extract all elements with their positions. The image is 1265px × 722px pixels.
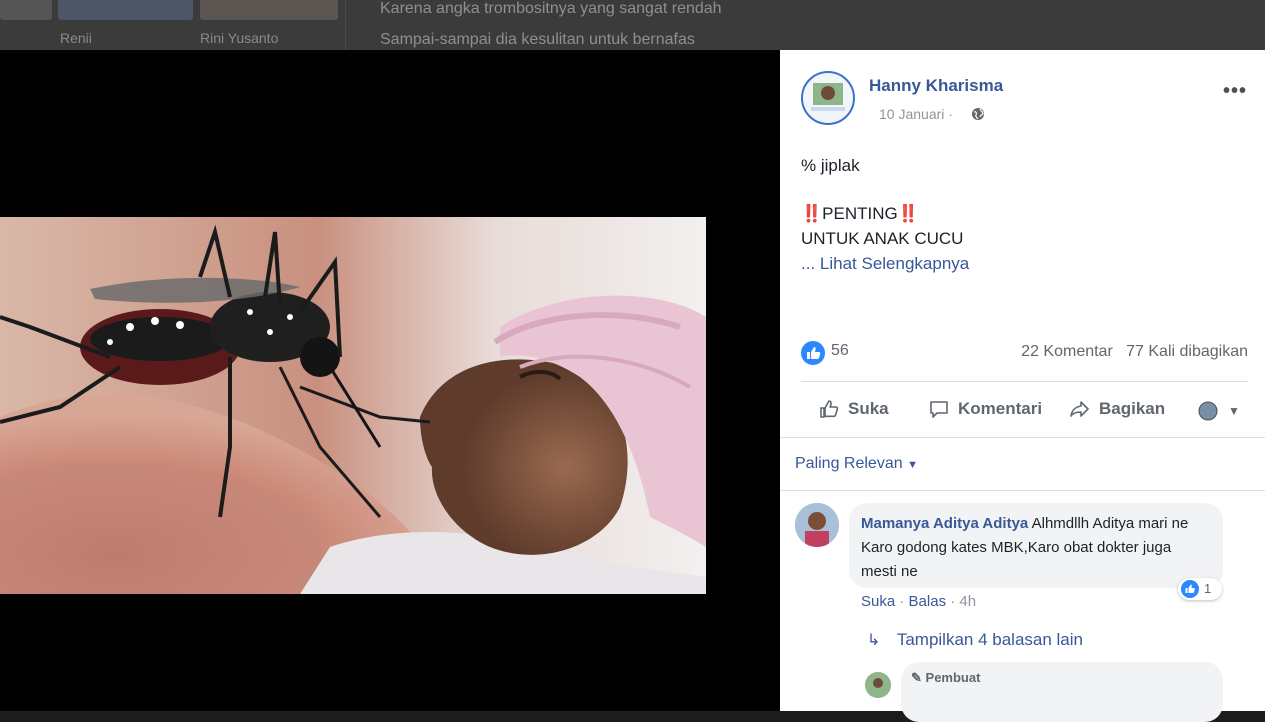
post-stats: 22 Komentar 77 Kali dibagikan: [1021, 343, 1248, 361]
see-more-link[interactable]: ... Lihat Selengkapnya: [801, 254, 969, 274]
comment-author[interactable]: Mamanya Aditya Aditya: [861, 515, 1028, 532]
globe-icon[interactable]: [971, 107, 985, 121]
post-text-line: ‼️PENTING‼️: [801, 204, 919, 223]
share-button[interactable]: Bagikan: [1068, 397, 1165, 421]
meta-separator: ·: [948, 106, 953, 122]
friend-name: Renii: [60, 30, 92, 46]
divider: [780, 490, 1265, 491]
show-replies-link[interactable]: ↳ Tampilkan 4 balasan lain: [867, 630, 1083, 650]
post-panel: Hanny Kharisma 10 Januari · ••• % jiplak…: [780, 50, 1265, 722]
friend-name: Rini Yusanto: [200, 30, 279, 46]
commenter-avatar[interactable]: [795, 503, 839, 547]
show-replies-label: Tampilkan 4 balasan lain: [896, 630, 1083, 649]
author-badge: ✎ Pembuat: [911, 670, 980, 686]
reply-arrow-icon: ↳: [867, 632, 881, 649]
dot-separator: ·: [950, 593, 956, 610]
share-label: Bagikan: [1099, 399, 1166, 418]
comment-content: Mamanya Aditya Aditya Alhmdllh Aditya ma…: [861, 512, 1211, 584]
share-icon: [1070, 401, 1089, 417]
mosquito-and-child-image: [0, 217, 706, 594]
photo-viewer[interactable]: [0, 50, 780, 711]
comment-like-count: 1: [1204, 581, 1212, 596]
comment-label: Komentari: [958, 399, 1043, 418]
post-meta: 10 Januari ·: [879, 106, 953, 122]
friend-thumb: [58, 0, 193, 20]
comment-reply-link[interactable]: Balas: [909, 593, 947, 610]
sort-label: Paling Relevan: [795, 455, 903, 472]
dot-separator: ·: [899, 593, 905, 610]
thumbs-up-icon: [820, 400, 839, 418]
comment-time[interactable]: 4h: [959, 593, 976, 610]
divider: [801, 381, 1248, 382]
comment-bubble: Mamanya Aditya Aditya Alhmdllh Aditya ma…: [849, 503, 1223, 588]
audience-selector[interactable]: ▼: [1197, 399, 1240, 423]
like-label: Suka: [848, 399, 889, 418]
like-reaction-icon: [1181, 580, 1199, 598]
post-text-line: UNTUK ANAK CUCU: [801, 229, 964, 248]
shares-count[interactable]: 77 Kali dibagikan: [1126, 343, 1248, 360]
pencil-icon: ✎: [911, 670, 922, 685]
background-post-line: Sampai-sampai dia kesulitan untuk bernaf…: [380, 31, 695, 48]
profile-globe-icon: [1198, 401, 1218, 421]
comment-like-badge[interactable]: 1: [1178, 578, 1222, 600]
like-reaction-icon[interactable]: [801, 341, 825, 365]
comment-like-link[interactable]: Suka: [861, 593, 895, 610]
comments-count[interactable]: 22 Komentar: [1021, 343, 1113, 360]
likes-count[interactable]: 56: [831, 342, 849, 360]
caret-down-icon: ▼: [907, 459, 918, 471]
comment-sort-dropdown[interactable]: Paling Relevan ▼: [795, 455, 918, 473]
chevron-down-icon: ▼: [1228, 404, 1240, 418]
post-author[interactable]: Hanny Kharisma: [869, 76, 1003, 96]
friend-thumb: [0, 0, 52, 20]
reply-avatar[interactable]: [865, 672, 891, 698]
more-options-icon[interactable]: •••: [1223, 80, 1247, 103]
comment-icon: [930, 401, 948, 418]
reply-bubble: ✎ Pembuat: [901, 662, 1223, 722]
divider: [345, 0, 346, 50]
friend-thumb: [200, 0, 338, 20]
post-text-line: % jiplak: [801, 156, 860, 175]
divider: [780, 437, 1265, 438]
post-photo[interactable]: [0, 217, 706, 594]
like-button[interactable]: Suka: [817, 397, 889, 421]
comment-actions: Suka · Balas · 4h: [861, 593, 976, 610]
background-feed: Renii Rini Yusanto Karena angka trombosi…: [0, 0, 1265, 50]
author-avatar[interactable]: [801, 71, 855, 125]
post-date[interactable]: 10 Januari: [879, 106, 944, 122]
comment-button[interactable]: Komentari: [927, 397, 1042, 421]
background-post-line: Karena angka trombositnya yang sangat re…: [380, 0, 722, 17]
author-badge-label: Pembuat: [925, 670, 981, 685]
avatar-image: [811, 83, 845, 111]
